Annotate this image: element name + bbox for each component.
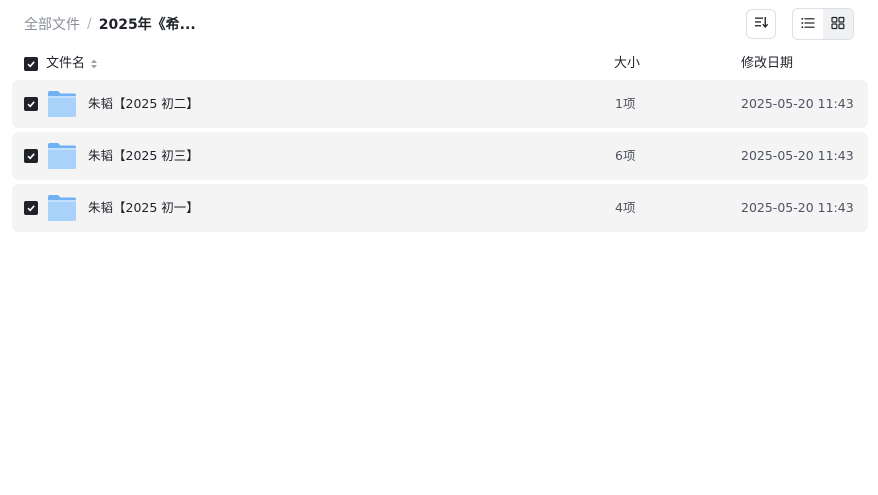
row-name[interactable]: 朱韬【2025 初二】 (88, 80, 199, 128)
row-size: 6项 (615, 148, 636, 163)
breadcrumb-current: 2025年《希... (98, 17, 196, 33)
top-bar: 全部文件 / 2025年《希... (24, 8, 854, 40)
column-header-name-label: 文件名 (46, 56, 86, 71)
row-modified-date: 2025-05-20 11:43 (741, 200, 854, 215)
check-icon (27, 153, 35, 160)
row-name[interactable]: 朱韬【2025 初三】 (88, 132, 199, 180)
check-icon (27, 205, 35, 212)
row-checkbox[interactable] (24, 97, 38, 111)
folder-icon (47, 142, 77, 170)
row-modified-date: 2025-05-20 11:43 (741, 148, 854, 163)
row-modified-date: 2025-05-20 11:43 (741, 96, 854, 111)
sort-caret-icon (90, 58, 98, 70)
check-icon (27, 61, 35, 68)
breadcrumb-separator: / (87, 16, 92, 32)
check-icon (27, 101, 35, 108)
folder-icon (47, 194, 77, 222)
list-view-icon (801, 15, 815, 34)
table-row[interactable]: 朱韬【2025 初二】 1项 2025-05-20 11:43 (12, 80, 868, 128)
view-toggle (792, 8, 854, 40)
grid-view-button[interactable] (823, 9, 853, 39)
breadcrumb: 全部文件 / 2025年《希... (24, 8, 196, 40)
row-checkbox[interactable] (24, 201, 38, 215)
grid-view-icon (831, 15, 845, 34)
file-list: 朱韬【2025 初二】 1项 2025-05-20 11:43 朱韬【2025 … (12, 80, 868, 236)
column-header-size[interactable]: 大小 (614, 52, 640, 76)
table-header: 文件名 大小 修改日期 (12, 52, 868, 76)
row-checkbox[interactable] (24, 149, 38, 163)
table-row[interactable]: 朱韬【2025 初一】 4项 2025-05-20 11:43 (12, 184, 868, 232)
list-view-button[interactable] (793, 9, 823, 39)
sort-descending-icon (753, 14, 769, 34)
column-header-name[interactable]: 文件名 (46, 52, 98, 76)
table-row[interactable]: 朱韬【2025 初三】 6项 2025-05-20 11:43 (12, 132, 868, 180)
row-size: 1项 (615, 96, 636, 111)
toolbar (746, 8, 854, 40)
column-header-modified[interactable]: 修改日期 (741, 52, 793, 76)
row-name[interactable]: 朱韬【2025 初一】 (88, 184, 199, 232)
sort-button[interactable] (746, 9, 776, 39)
select-all-checkbox[interactable] (24, 57, 38, 71)
breadcrumb-root-link[interactable]: 全部文件 (24, 14, 80, 34)
folder-icon (47, 90, 77, 118)
row-size: 4项 (615, 200, 636, 215)
